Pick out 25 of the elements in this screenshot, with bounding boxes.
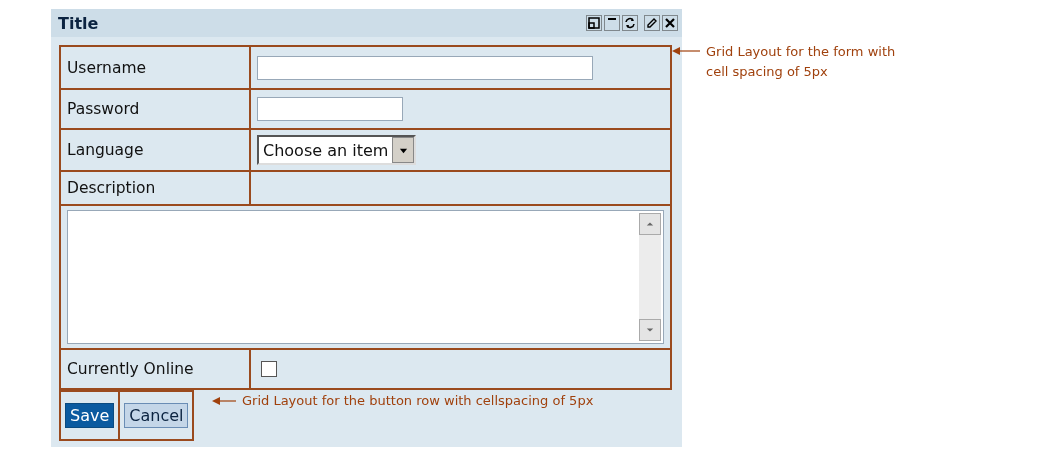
refresh-icon[interactable]: [622, 15, 638, 31]
minimize-icon[interactable]: [604, 15, 620, 31]
annotation-text: Grid Layout for the button row with cellspacing of 5px: [242, 393, 594, 408]
field-label: Password: [67, 100, 140, 118]
description-field[interactable]: [67, 210, 664, 344]
scrollbar[interactable]: [639, 213, 661, 341]
online-checkbox[interactable]: [261, 361, 277, 377]
scroll-up-icon[interactable]: [646, 220, 654, 228]
leader-arrow: [672, 47, 700, 55]
cancel-button[interactable]: Cancel: [124, 403, 189, 428]
field-label: Username: [67, 58, 146, 77]
save-button[interactable]: Save: [65, 403, 115, 428]
password-field[interactable]: [257, 97, 403, 121]
username-field[interactable]: [257, 55, 593, 80]
annotation-text: Grid Layout for the form with cell spacing of 5px: [706, 43, 897, 81]
field-label: Language: [67, 141, 144, 159]
leader-arrow: [212, 396, 236, 405]
field-label: Currently Online: [67, 360, 194, 378]
language-dropdown[interactable]: Choose an item: [257, 135, 417, 165]
close-icon[interactable]: [662, 15, 678, 31]
field-label: Description: [67, 179, 156, 197]
edit-icon[interactable]: [644, 15, 660, 31]
restore-icon[interactable]: [586, 15, 602, 31]
panel-title: Title: [58, 13, 99, 33]
scroll-down-icon[interactable]: [646, 326, 654, 334]
